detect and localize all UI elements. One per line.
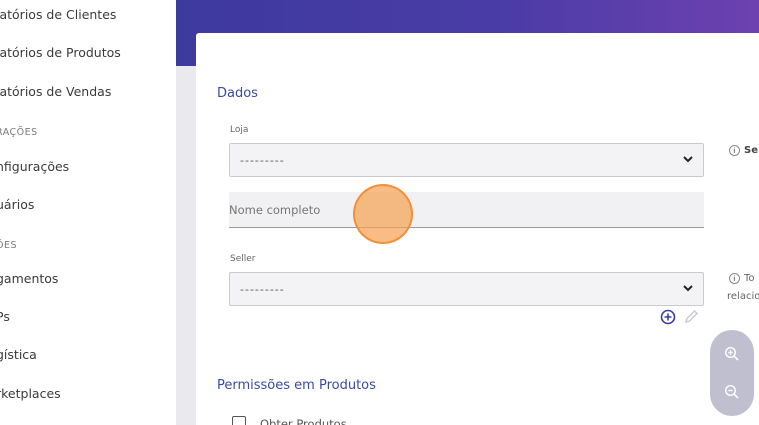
seller-hint-line2: relacio (727, 291, 759, 302)
info-icon: i (729, 145, 740, 156)
form-card (196, 33, 759, 425)
seller-hint-text-2: relacio (727, 291, 759, 302)
zoom-out-icon[interactable] (710, 370, 754, 413)
chevron-down-icon (683, 284, 693, 295)
loja-hint: i Se (729, 145, 758, 156)
sidebar-item-pagamentos[interactable]: gamentos (0, 271, 58, 286)
sidebar-item-relatorios-clientes[interactable]: latórios de Clientes (0, 7, 116, 22)
chevron-down-icon (683, 155, 693, 166)
sidebar-item-relatorios-produtos[interactable]: latórios de Produtos (0, 45, 121, 60)
loja-select[interactable]: --------- (229, 143, 704, 177)
nome-completo-input[interactable] (229, 192, 704, 228)
click-indicator (353, 184, 413, 244)
sidebar-item-logistica[interactable]: gística (0, 347, 37, 362)
seller-hint: i To (729, 273, 755, 284)
zoom-in-icon[interactable] (710, 332, 754, 375)
zoom-controls (710, 330, 754, 416)
loja-label: Loja (230, 125, 249, 135)
sidebar-item-configuracoes[interactable]: nfigurações (0, 159, 69, 174)
obter-produtos-label: Obter Produtos (260, 417, 347, 425)
edit-pencil-icon[interactable] (684, 309, 699, 328)
section-title-dados: Dados (217, 86, 258, 101)
seller-select[interactable]: --------- (229, 272, 704, 306)
seller-hint-text: To (744, 273, 755, 284)
add-seller-icon[interactable] (660, 309, 676, 329)
loja-hint-text: Se (744, 145, 758, 156)
sidebar-item-marketplaces[interactable]: rketplaces (0, 386, 61, 401)
sidebar-item-relatorios-vendas[interactable]: latórios de Vendas (0, 84, 111, 99)
sidebar-section-integracoes: ÕES (0, 240, 18, 251)
obter-produtos-checkbox[interactable] (232, 416, 246, 425)
sidebar-section-configuracoes: RAÇÕES (0, 127, 38, 138)
info-icon: i (729, 273, 740, 284)
seller-label: Seller (230, 254, 256, 264)
sidebar-item-erps[interactable]: Ps (0, 309, 10, 324)
sidebar: latórios de Clientes latórios de Produto… (0, 0, 176, 425)
section-title-permissoes: Permissões em Produtos (217, 378, 376, 393)
sidebar-item-usuarios[interactable]: uários (0, 197, 34, 212)
seller-select-value: --------- (240, 282, 285, 296)
loja-select-value: --------- (240, 153, 285, 167)
